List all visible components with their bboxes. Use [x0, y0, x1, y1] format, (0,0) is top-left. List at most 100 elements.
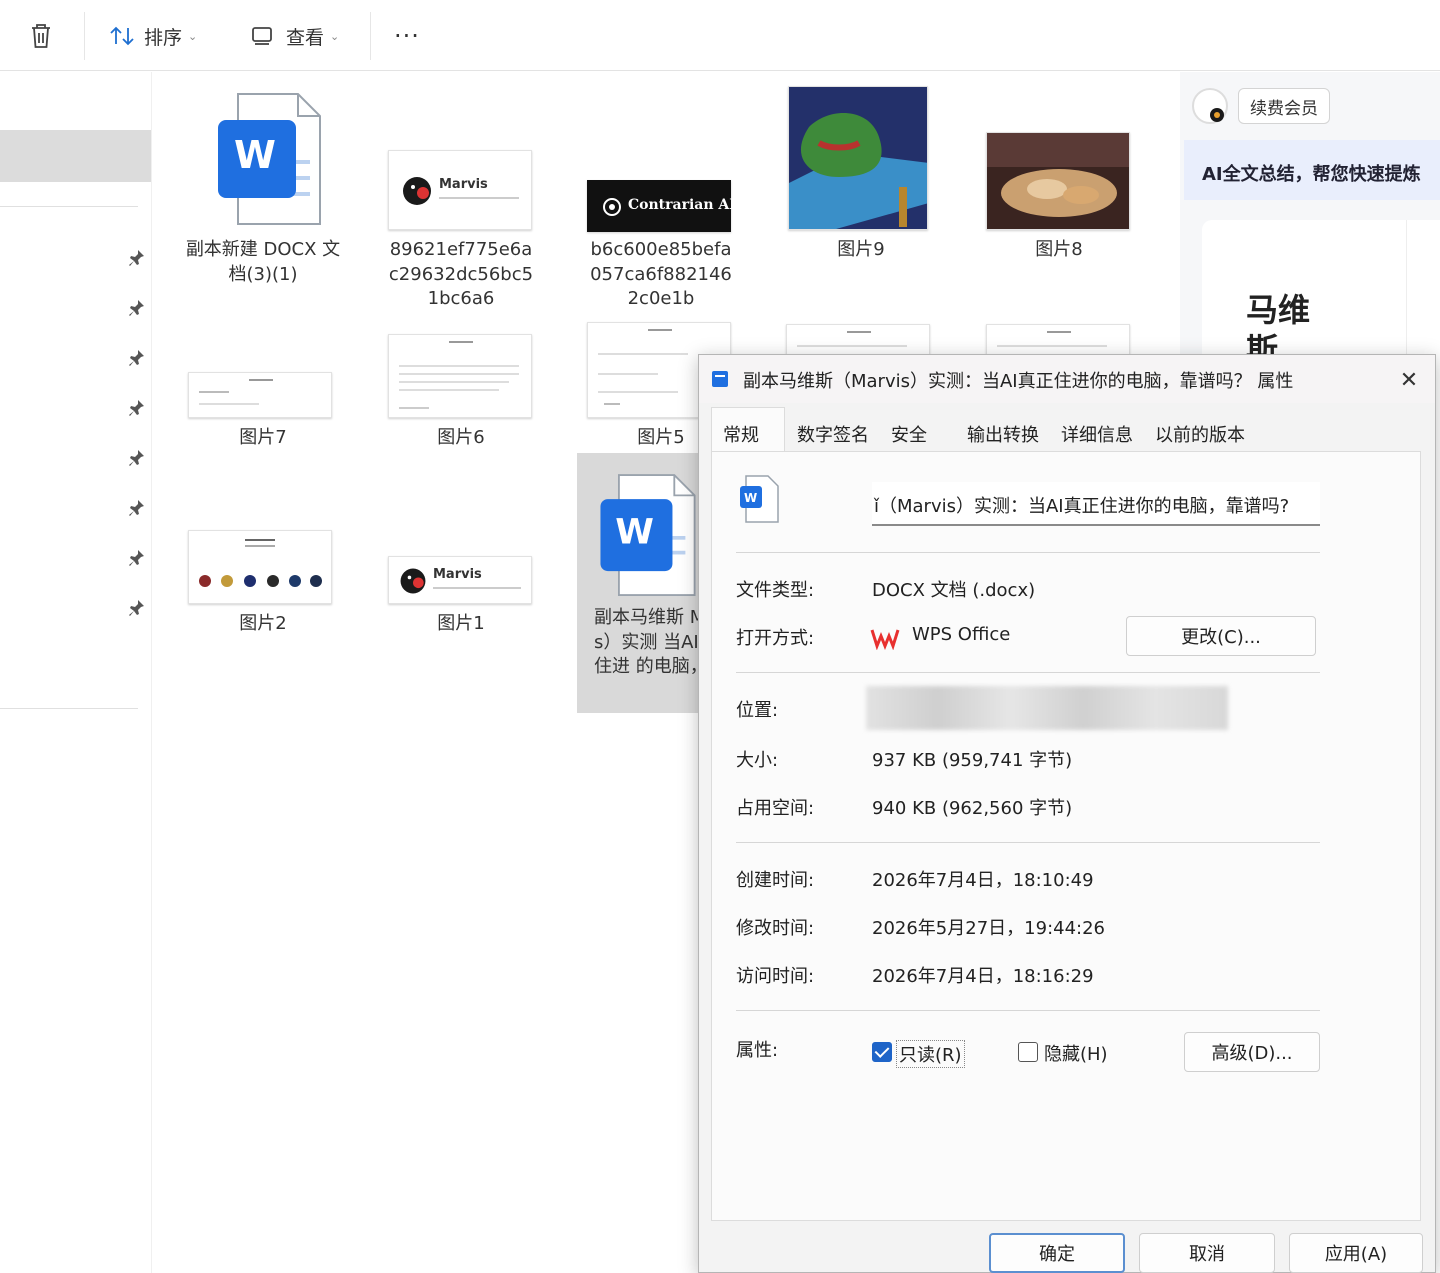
- pin-icon[interactable]: [126, 298, 146, 318]
- file-label: 图片2: [239, 613, 287, 634]
- svg-text:W: W: [234, 133, 276, 177]
- delete-button[interactable]: [28, 20, 54, 52]
- wps-logo-icon: [870, 629, 900, 650]
- file-thumbnail[interactable]: Contrarian AI: [587, 180, 736, 232]
- readonly-label[interactable]: 只读(R): [896, 1040, 965, 1068]
- frog-image: [789, 87, 927, 229]
- tab-output-conversion[interactable]: 输出转换: [967, 421, 1039, 447]
- change-button[interactable]: 更改(C)...: [1126, 616, 1316, 656]
- sort-label: 排序: [144, 26, 183, 49]
- dialog-title: 副本马维斯（Marvis）实测：当AI真正住进你的电脑，靠谱吗？ 属性: [743, 371, 1294, 392]
- file-item[interactable]: 图片2: [178, 612, 348, 637]
- disk-size-value: 940 KB (962,560 字节): [872, 798, 1073, 819]
- file-label: 图片8: [1035, 239, 1083, 260]
- close-button[interactable]: ✕: [1389, 365, 1429, 395]
- file-thumbnail[interactable]: [388, 334, 532, 418]
- file-item[interactable]: 89621ef775e6ac29632dc56bc51bc6a6: [376, 238, 546, 312]
- ai-summary-text: AI全文总结，帮您快速提炼: [1202, 164, 1421, 185]
- tab-details[interactable]: 详细信息: [1061, 421, 1133, 447]
- ai-summary-banner[interactable]: AI全文总结，帮您快速提炼: [1184, 140, 1440, 200]
- marvis-logo-icon: [403, 177, 431, 205]
- apply-button[interactable]: 应用(A): [1289, 1233, 1423, 1273]
- file-thumbnail[interactable]: Marvis: [388, 556, 532, 604]
- file-type-value: DOCX 文档 (.docx): [872, 580, 1036, 601]
- file-label: b6c600e85befa057ca6f8821462c0e1b: [590, 239, 732, 309]
- image-thumbnail[interactable]: [788, 86, 928, 230]
- file-label: 副本新建 DOCX 文档(3)(1): [185, 239, 341, 285]
- marvis-text: Marvis: [439, 177, 488, 192]
- created-value: 2026年7月4日，18:10:49: [872, 870, 1094, 891]
- sort-icon: [110, 26, 134, 46]
- file-label: 图片9: [837, 239, 885, 260]
- marvis-logo-icon: [400, 568, 426, 594]
- dialog-titlebar[interactable]: 副本马维斯（Marvis）实测：当AI真正住进你的电脑，靠谱吗？ 属性 ✕: [699, 355, 1435, 403]
- disk-size-label: 占用空间:: [736, 798, 815, 819]
- tab-previous-versions[interactable]: 以前的版本: [1155, 421, 1245, 447]
- file-item[interactable]: 图片6: [376, 426, 546, 451]
- word-file-icon: W: [740, 475, 779, 523]
- pin-icon[interactable]: [126, 598, 146, 618]
- view-button[interactable]: 查看 ⌄: [250, 20, 339, 52]
- pin-icon[interactable]: [126, 498, 146, 518]
- svg-text:W: W: [744, 491, 757, 505]
- word-document-icon: [712, 371, 728, 387]
- created-label: 创建时间:: [736, 870, 815, 891]
- view-icon: [252, 27, 272, 45]
- file-item[interactable]: 图片8: [974, 238, 1144, 263]
- readonly-checkbox[interactable]: [872, 1042, 892, 1062]
- file-item-selected[interactable]: W 副本马维斯 Marvis）实测 当AI真正住进 的电脑，靠谱: [582, 466, 744, 680]
- file-type-label: 文件类型:: [736, 580, 815, 601]
- tab-security[interactable]: 安全: [891, 421, 927, 447]
- file-label: 图片7: [239, 427, 287, 448]
- file-name-field[interactable]: ǐ（Marvis）实测：当AI真正住进你的电脑，靠谱吗?: [872, 482, 1320, 526]
- character-icons-row: [199, 575, 322, 587]
- open-with-value: WPS Office: [912, 624, 1011, 645]
- chevron-down-icon: ⌄: [330, 29, 340, 43]
- renew-label: 续费会员: [1250, 98, 1318, 119]
- modified-label: 修改时间:: [736, 918, 815, 939]
- more-button[interactable]: ···: [394, 20, 420, 52]
- close-icon: ✕: [1399, 367, 1419, 393]
- toolbar: 排序 ⌄ 查看 ⌄ ···: [0, 0, 1440, 71]
- pin-icon[interactable]: [126, 548, 146, 568]
- ok-button-label: 确定: [1039, 1244, 1075, 1265]
- cancel-button-label: 取消: [1189, 1244, 1225, 1265]
- avatar[interactable]: [1190, 86, 1230, 126]
- file-label: 89621ef775e6ac29632dc56bc51bc6a6: [388, 239, 534, 309]
- nav-selected-item[interactable]: [0, 130, 151, 182]
- ok-button[interactable]: 确定: [989, 1233, 1125, 1273]
- pin-icon[interactable]: [126, 448, 146, 468]
- renew-membership-button[interactable]: 续费会员: [1238, 88, 1330, 124]
- general-panel: W ǐ（Marvis）实测：当AI真正住进你的电脑，靠谱吗? 文件类型: DOC…: [711, 451, 1421, 1221]
- pin-icon[interactable]: [126, 348, 146, 368]
- cancel-button[interactable]: 取消: [1139, 1233, 1275, 1273]
- advanced-button-label: 高级(D)...: [1211, 1043, 1293, 1064]
- pin-icon[interactable]: [126, 398, 146, 418]
- accessed-value: 2026年7月4日，18:16:29: [872, 966, 1094, 987]
- word-document-icon: W: [218, 93, 321, 225]
- location-value-redacted: [866, 686, 1228, 730]
- modified-value: 2026年5月27日，19:44:26: [872, 918, 1106, 939]
- sort-button[interactable]: 排序 ⌄: [108, 20, 197, 52]
- more-icon: ···: [394, 22, 420, 50]
- image-thumbnail[interactable]: [986, 132, 1130, 230]
- open-with-label: 打开方式:: [736, 628, 815, 649]
- tab-general[interactable]: 常规: [723, 421, 759, 447]
- file-item[interactable]: b6c600e85befa057ca6f8821462c0e1b: [576, 238, 746, 312]
- file-label: 图片6: [437, 427, 485, 448]
- hidden-label[interactable]: 隐藏(H): [1044, 1040, 1108, 1066]
- apply-button-label: 应用(A): [1324, 1244, 1388, 1265]
- hidden-checkbox[interactable]: [1018, 1042, 1038, 1062]
- advanced-button[interactable]: 高级(D)...: [1184, 1032, 1320, 1072]
- file-item[interactable]: 图片1: [376, 612, 546, 637]
- contrarian-text: Contrarian AI: [628, 197, 736, 213]
- file-thumbnail[interactable]: [188, 530, 332, 604]
- file-thumbnail[interactable]: [188, 372, 332, 418]
- file-item[interactable]: 图片7: [178, 426, 348, 451]
- file-item[interactable]: W 副本新建 DOCX 文档(3)(1): [178, 90, 348, 287]
- pin-icon[interactable]: [126, 248, 146, 268]
- file-thumbnail[interactable]: Marvis: [388, 150, 532, 230]
- size-label: 大小:: [736, 750, 779, 771]
- tab-digital-signature[interactable]: 数字签名: [797, 421, 869, 447]
- file-item[interactable]: 图片9: [776, 238, 946, 263]
